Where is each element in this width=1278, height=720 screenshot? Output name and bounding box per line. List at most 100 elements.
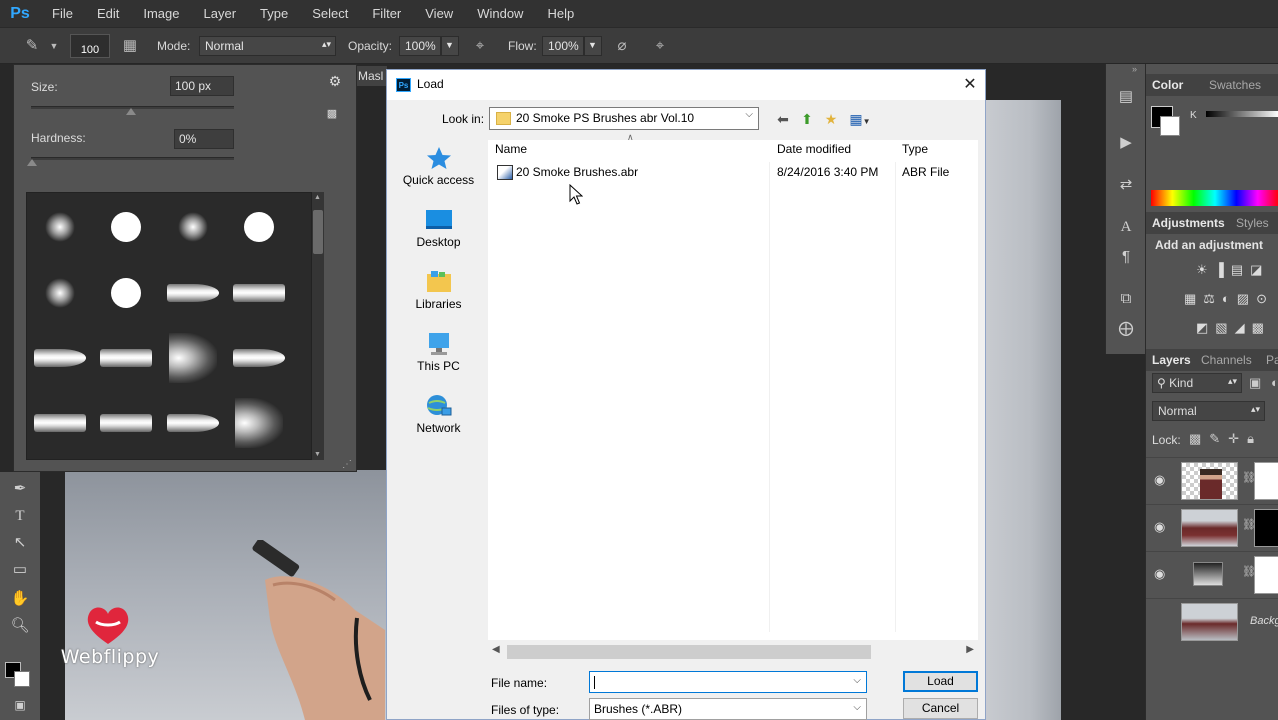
horizontal-scrollbar-thumb[interactable] xyxy=(507,645,871,659)
tab-channels[interactable]: Channels xyxy=(1201,353,1252,367)
hardness-slider[interactable] xyxy=(31,157,234,160)
place-desktop[interactable]: Desktop xyxy=(396,202,481,262)
menu-filter[interactable]: Filter xyxy=(360,6,413,21)
brush-preset-flat-stroke[interactable] xyxy=(229,333,289,383)
pen-tool-icon[interactable]: ✒ xyxy=(8,478,32,500)
place-network[interactable]: Network xyxy=(396,388,481,448)
file-row-date[interactable]: 8/24/2016 3:40 PM xyxy=(777,165,878,179)
brush-preset-fan[interactable] xyxy=(163,333,223,383)
tab-color[interactable]: Color xyxy=(1152,78,1183,92)
layer-mask-thumbnail[interactable] xyxy=(1254,509,1278,547)
airbrush-icon[interactable]: ⌀ xyxy=(612,36,632,56)
cancel-button[interactable]: Cancel xyxy=(903,698,978,719)
size-input[interactable]: 100 px xyxy=(170,76,234,96)
background-color-swatch[interactable] xyxy=(1160,116,1180,136)
flow-dropdown[interactable]: ▼ xyxy=(584,36,602,56)
layer-row[interactable]: ◉ ⛓ xyxy=(1146,457,1278,504)
document-tab[interactable]: Masl xyxy=(357,66,387,86)
hardness-slider-thumb[interactable] xyxy=(27,159,37,166)
layer-row[interactable]: ◉ ⛓ xyxy=(1146,551,1278,598)
layer-row[interactable]: Backg xyxy=(1146,598,1278,645)
visibility-eye-icon[interactable]: ◉ xyxy=(1154,566,1165,582)
menu-image[interactable]: Image xyxy=(131,6,191,21)
back-icon[interactable]: ⬅︎ xyxy=(773,109,793,129)
background-color-swatch[interactable] xyxy=(14,671,30,687)
pressure-opacity-icon[interactable]: ⌖ xyxy=(470,36,490,56)
look-in-select[interactable]: 20 Smoke PS Brushes abr Vol.10 ⌵ xyxy=(489,107,759,130)
menu-file[interactable]: File xyxy=(40,6,85,21)
brush-preset-soft-round[interactable] xyxy=(30,202,90,252)
presets-scrollbar-thumb[interactable] xyxy=(313,210,323,254)
menu-help[interactable]: Help xyxy=(535,6,586,21)
presets-scrollbar[interactable]: ▲ ▼ xyxy=(312,192,324,460)
menu-edit[interactable]: Edit xyxy=(85,6,131,21)
new-folder-icon[interactable]: ★ xyxy=(821,109,841,129)
menu-select[interactable]: Select xyxy=(300,6,360,21)
column-header-name[interactable]: Name xyxy=(495,142,527,156)
blend-mode-select[interactable]: Normal ▴▾ xyxy=(1152,401,1265,421)
chevron-down-icon[interactable]: ▼ xyxy=(44,36,64,56)
chevron-down-icon[interactable]: ⌵ xyxy=(853,675,861,686)
column-header-date[interactable]: Date modified xyxy=(777,142,851,156)
brush-preset-flat-stroke[interactable] xyxy=(30,333,90,383)
brush-preset-tip-stroke[interactable] xyxy=(163,268,223,318)
brush-preset-flat-stroke[interactable] xyxy=(96,333,156,383)
files-of-type-select[interactable]: Brushes (*.ABR) ⌵ xyxy=(589,698,867,720)
collapse-icon[interactable]: » xyxy=(1132,64,1137,74)
scroll-right-icon[interactable]: ▶ xyxy=(966,644,974,655)
filter-adjustment-icon[interactable]: ◐ xyxy=(1271,375,1278,390)
adjustment-icons-row-3[interactable]: ◩▧◢▩ xyxy=(1196,320,1271,336)
brush-preset-flat-stroke[interactable] xyxy=(30,398,90,448)
glyphs-icon[interactable]: ⨁ xyxy=(1114,318,1138,340)
place-quick-access[interactable]: Quick access xyxy=(396,140,481,200)
color-spectrum[interactable] xyxy=(1151,190,1278,206)
opacity-input[interactable]: 100% xyxy=(399,36,441,56)
paragraph-icon[interactable]: ¶ xyxy=(1114,246,1138,268)
tab-styles[interactable]: Styles xyxy=(1236,216,1269,230)
resize-grip-icon[interactable]: ⋰ xyxy=(342,459,352,470)
load-button[interactable]: Load xyxy=(903,671,978,692)
layer-row[interactable]: ◉ ⛓ xyxy=(1146,504,1278,551)
scroll-up-icon[interactable]: ▲ xyxy=(314,194,321,201)
brush-preset-picker-button[interactable]: 100 xyxy=(70,34,110,58)
scroll-left-icon[interactable]: ◀ xyxy=(492,644,500,655)
pressure-size-icon[interactable]: ⌖ xyxy=(650,36,670,56)
quick-mask-icon[interactable]: ▣ xyxy=(8,694,32,716)
layer-mask-thumbnail[interactable] xyxy=(1254,462,1278,500)
tab-paths[interactable]: Pa xyxy=(1266,353,1278,367)
type-tool-icon[interactable]: T xyxy=(8,505,32,527)
scroll-down-icon[interactable]: ▼ xyxy=(314,451,321,458)
file-row-name[interactable]: 20 Smoke Brushes.abr xyxy=(516,165,638,179)
column-header-type[interactable]: Type xyxy=(902,142,928,156)
brush-preset-soft-round[interactable] xyxy=(30,268,90,318)
history-icon[interactable]: ▤ xyxy=(1114,86,1138,108)
brush-preset-hard-round[interactable] xyxy=(96,268,156,318)
opacity-dropdown[interactable]: ▼ xyxy=(441,36,459,56)
actions-play-icon[interactable]: ▶ xyxy=(1114,132,1138,154)
tab-swatches[interactable]: Swatches xyxy=(1209,78,1261,92)
filter-image-icon[interactable]: ▣ xyxy=(1249,375,1261,391)
place-libraries[interactable]: Libraries xyxy=(396,264,481,324)
close-icon[interactable]: ✕ xyxy=(959,74,981,96)
rectangle-tool-icon[interactable]: ▭ xyxy=(8,559,32,581)
brush-preset-fan[interactable] xyxy=(229,398,289,448)
hand-tool-icon[interactable]: ✋ xyxy=(8,588,32,610)
brush-preset-hard-round[interactable] xyxy=(229,202,289,252)
visibility-eye-icon[interactable]: ◉ xyxy=(1154,519,1165,535)
character-icon[interactable]: A xyxy=(1114,216,1138,238)
tab-layers[interactable]: Layers xyxy=(1152,353,1191,367)
brush-preset-flat-stroke[interactable] xyxy=(96,398,156,448)
brush-preset-soft-round[interactable] xyxy=(163,202,223,252)
horizontal-scrollbar[interactable]: ◀ ▶ xyxy=(490,642,976,661)
brush-preset-flat-stroke[interactable] xyxy=(163,398,223,448)
path-selection-tool-icon[interactable]: ↖ xyxy=(8,532,32,554)
mode-select[interactable]: Normal ▴▾ xyxy=(199,36,336,56)
zoom-tool-icon[interactable]: 🔍︎ xyxy=(8,615,32,637)
view-menu-icon[interactable]: ▦▼ xyxy=(846,109,874,129)
dialog-titlebar[interactable]: Ps Load ✕ xyxy=(387,70,985,100)
k-slider[interactable] xyxy=(1206,111,1278,117)
layer-filter-kind-select[interactable]: ⚲ Kind ▴▾ xyxy=(1152,373,1242,393)
file-name-input[interactable]: ⌵ xyxy=(589,671,867,693)
tab-adjustments[interactable]: Adjustments xyxy=(1152,216,1225,230)
brush-panel-toggle-icon[interactable]: ▦ xyxy=(120,36,140,56)
